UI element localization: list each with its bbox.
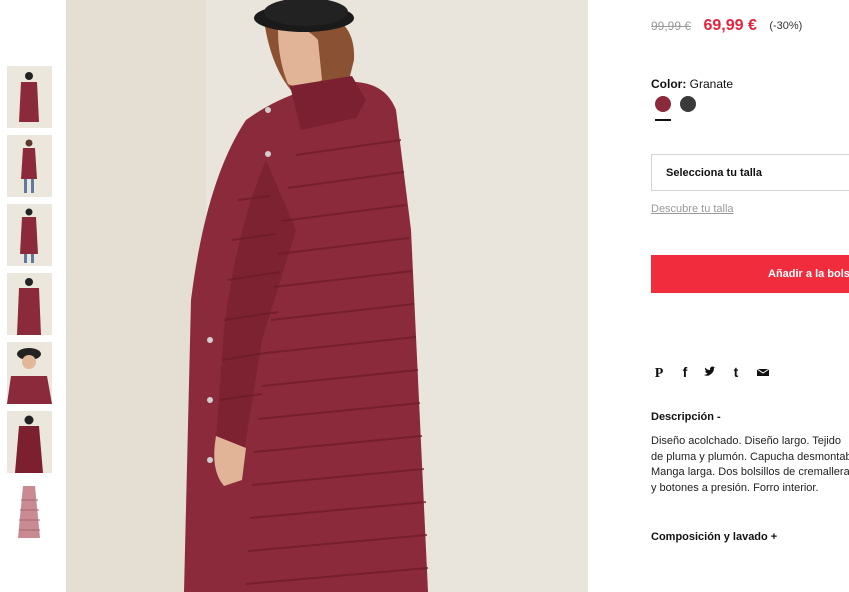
description-body: Diseño acolchado. Diseño largo. Tejido d…: [651, 434, 849, 496]
description-line: Diseño acolchado. Diseño largo. Tejido: [651, 435, 841, 447]
email-icon[interactable]: [755, 364, 771, 382]
size-select[interactable]: Selecciona tu talla: [651, 154, 849, 191]
svg-text:t: t: [734, 364, 739, 380]
product-thumbnail-7[interactable]: [7, 480, 52, 542]
description-heading[interactable]: Descripción -: [651, 411, 721, 423]
svg-text:f: f: [683, 364, 688, 380]
selected-swatch-indicator: [655, 119, 671, 121]
color-value: Granate: [689, 77, 734, 91]
tumblr-icon[interactable]: t: [728, 364, 744, 382]
product-thumbnail-6[interactable]: [7, 411, 52, 473]
product-thumbnail-4[interactable]: [7, 273, 52, 335]
add-to-bag-button[interactable]: Añadir a la bolsa: [651, 255, 849, 293]
pinterest-icon[interactable]: P: [651, 364, 667, 382]
product-info-panel: 99,99 € 69,99 € (-30%) Color: Granate Se…: [651, 0, 849, 592]
original-price: 99,99 €: [651, 19, 692, 33]
product-thumbnail-5[interactable]: [7, 342, 52, 404]
color-label-row: Color: Granate: [651, 77, 733, 91]
twitter-icon[interactable]: [702, 364, 718, 382]
sale-price: 69,99 €: [703, 17, 757, 34]
discount-badge: (-30%): [769, 20, 803, 32]
description-line: y botones a presión. Forro interior.: [651, 481, 819, 494]
description-line: Manga larga. Dos bolsillos de cremallera: [651, 466, 849, 478]
product-thumbnail-1[interactable]: [7, 66, 52, 128]
product-thumbnail-2[interactable]: [7, 135, 52, 197]
product-main-image[interactable]: [66, 0, 588, 592]
price-row: 99,99 € 69,99 € (-30%): [651, 17, 802, 35]
color-swatch-granate[interactable]: [655, 96, 671, 112]
facebook-icon[interactable]: f: [677, 364, 693, 382]
svg-text:P: P: [655, 366, 664, 380]
color-swatch-dark[interactable]: [680, 96, 696, 112]
size-guide-link[interactable]: Descubre tu talla: [651, 203, 734, 215]
composition-heading[interactable]: Composición y lavado +: [651, 531, 777, 543]
description-line: de pluma y plumón. Capucha desmontable.: [651, 450, 849, 463]
color-label: Color:: [651, 77, 687, 91]
product-thumbnail-3[interactable]: [7, 204, 52, 266]
